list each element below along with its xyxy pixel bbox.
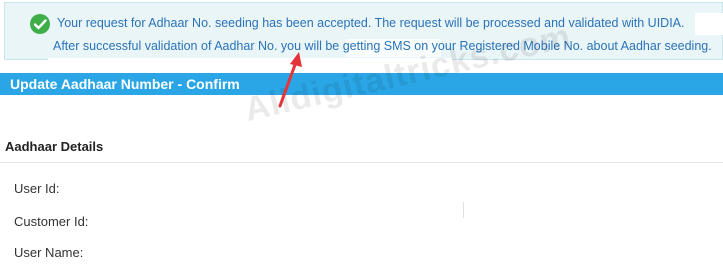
customer-id-label: Customer Id: [14, 214, 89, 229]
section-divider [0, 162, 723, 163]
user-name-label: User Name: [14, 245, 84, 260]
alert-message-line2: After successful validation of Aadhar No… [53, 39, 712, 53]
details-panel: Aadhaar Details User Id: Customer Id: Us… [0, 95, 723, 265]
user-id-label: User Id: [14, 181, 60, 196]
redaction-box [695, 13, 723, 35]
page-title: Update Aadhaar Number - Confirm [10, 76, 240, 92]
column-divider [463, 202, 464, 218]
alert-message-line1: Your request for Adhaar No. seeding has … [57, 16, 685, 30]
success-alert: Your request for Adhaar No. seeding has … [4, 2, 723, 60]
section-title: Aadhaar Details [5, 139, 104, 154]
alert-underline-strip [48, 58, 452, 74]
check-circle-icon [29, 13, 51, 35]
page-header-bar: Update Aadhaar Number - Confirm [0, 73, 723, 95]
